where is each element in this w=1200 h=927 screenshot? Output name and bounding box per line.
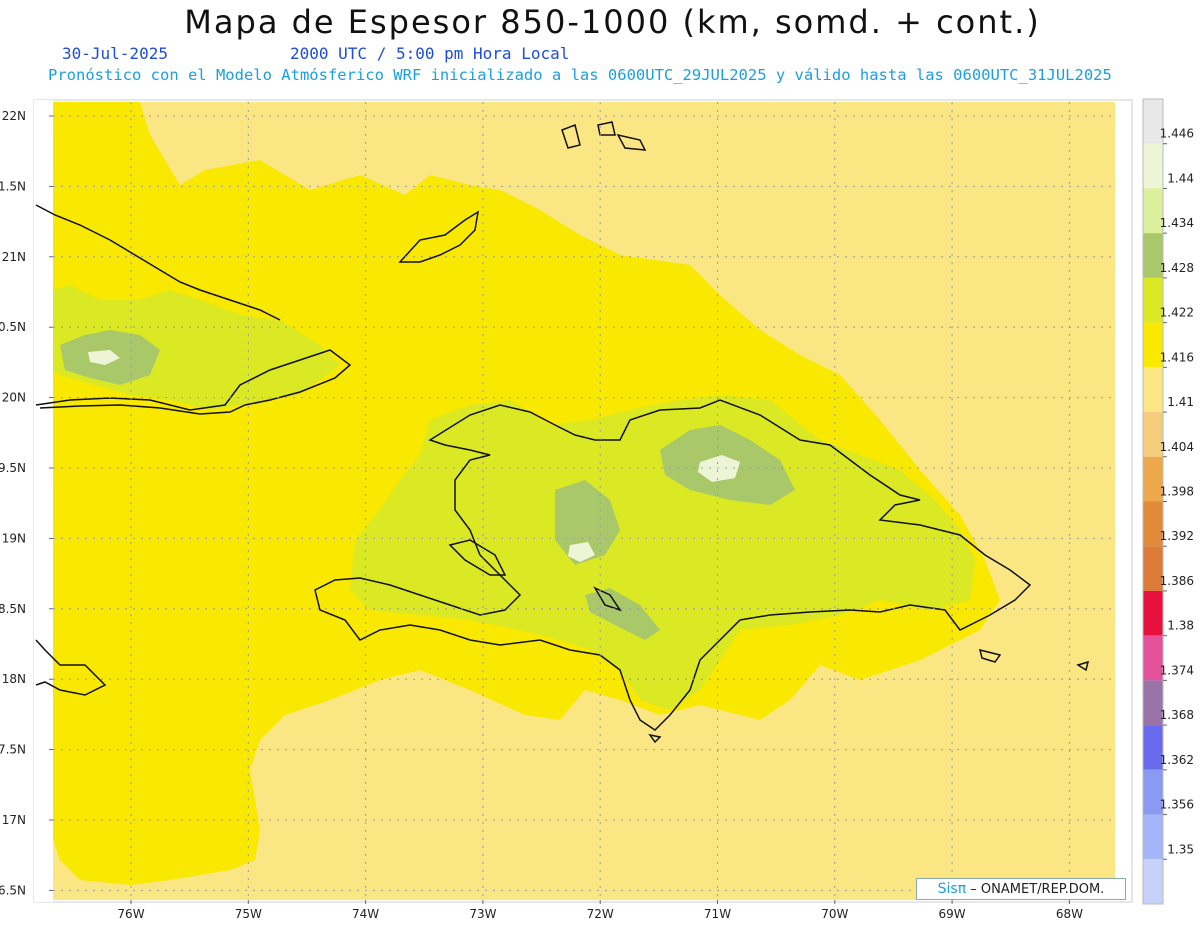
colorbar-label: 1.446: [1160, 127, 1194, 141]
x-tick-label: 69W: [939, 907, 966, 921]
colorbar-label: 1.38: [1167, 619, 1194, 633]
colorbar-label: 1.392: [1160, 529, 1194, 543]
colorbar-label: 1.386: [1160, 574, 1194, 588]
x-axis-ticks: 76W 75W 74W 73W 72W 71W 70W 69W 68W: [117, 900, 1083, 921]
colorbar-label: 1.404: [1160, 440, 1194, 454]
colorbar-label: 1.422: [1160, 306, 1194, 320]
colorbar-label: 1.368: [1160, 708, 1194, 722]
y-tick-label: 0.5N: [0, 320, 26, 334]
y-tick-label: 21N: [2, 250, 26, 264]
map-left-margin: [34, 100, 53, 902]
colorbar-label: 1.362: [1160, 753, 1194, 767]
credit-text: – ONAMET/REP.DOM.: [970, 882, 1105, 897]
colorbar-label: 1.434: [1160, 216, 1194, 230]
x-tick-label: 73W: [469, 907, 496, 921]
x-tick-label: 70W: [821, 907, 848, 921]
x-tick-label: 68W: [1056, 907, 1083, 921]
colorbar-label: 1.428: [1160, 261, 1194, 275]
x-tick-label: 75W: [235, 907, 262, 921]
colorbar-label: 1.356: [1160, 798, 1194, 812]
y-tick-label: 8.5N: [0, 602, 26, 616]
y-tick-label: 7.5N: [0, 743, 26, 757]
colorbar-label: 1.398: [1160, 485, 1194, 499]
colorbar-label: 1.44: [1167, 171, 1194, 185]
credit-badge: Sisπ – ONAMET/REP.DOM.: [916, 878, 1126, 900]
colorbar-segment: [1143, 367, 1163, 413]
x-tick-label: 72W: [587, 907, 614, 921]
colorbar-segment: [1143, 859, 1163, 904]
colorbar-label: 1.35: [1167, 842, 1194, 856]
y-tick-label: 20N: [2, 391, 26, 405]
colorbar-segment: [1143, 590, 1163, 636]
y-tick-label: 1.5N: [0, 179, 26, 193]
sis-logo: Sisπ: [937, 881, 967, 897]
x-tick-label: 74W: [352, 907, 379, 921]
colorbar-label: 1.416: [1160, 350, 1194, 364]
x-tick-label: 71W: [704, 907, 731, 921]
y-tick-label: 17N: [2, 813, 26, 827]
y-tick-label: 9.5N: [0, 461, 26, 475]
y-tick-label: 22N: [2, 109, 26, 123]
y-tick-label: 18N: [2, 672, 26, 686]
colorbar-segment: [1143, 814, 1163, 860]
thickness-map: 76W 75W 74W 73W 72W 71W 70W 69W 68W 22N 1.5N 21N 0.…: [0, 98, 1194, 921]
y-tick-label: 19N: [2, 531, 26, 545]
colorbar-label: 1.41: [1167, 395, 1194, 409]
colorbar-segment: [1143, 143, 1163, 189]
colorbar: 1.446 1.44 1.434 1.428 1.422 1.416 1.41 1.404 1.…: [1142, 98, 1194, 905]
x-tick-label: 76W: [117, 907, 144, 921]
colorbar-label: 1.374: [1160, 663, 1194, 677]
y-tick-label: 6.5N: [0, 883, 26, 897]
